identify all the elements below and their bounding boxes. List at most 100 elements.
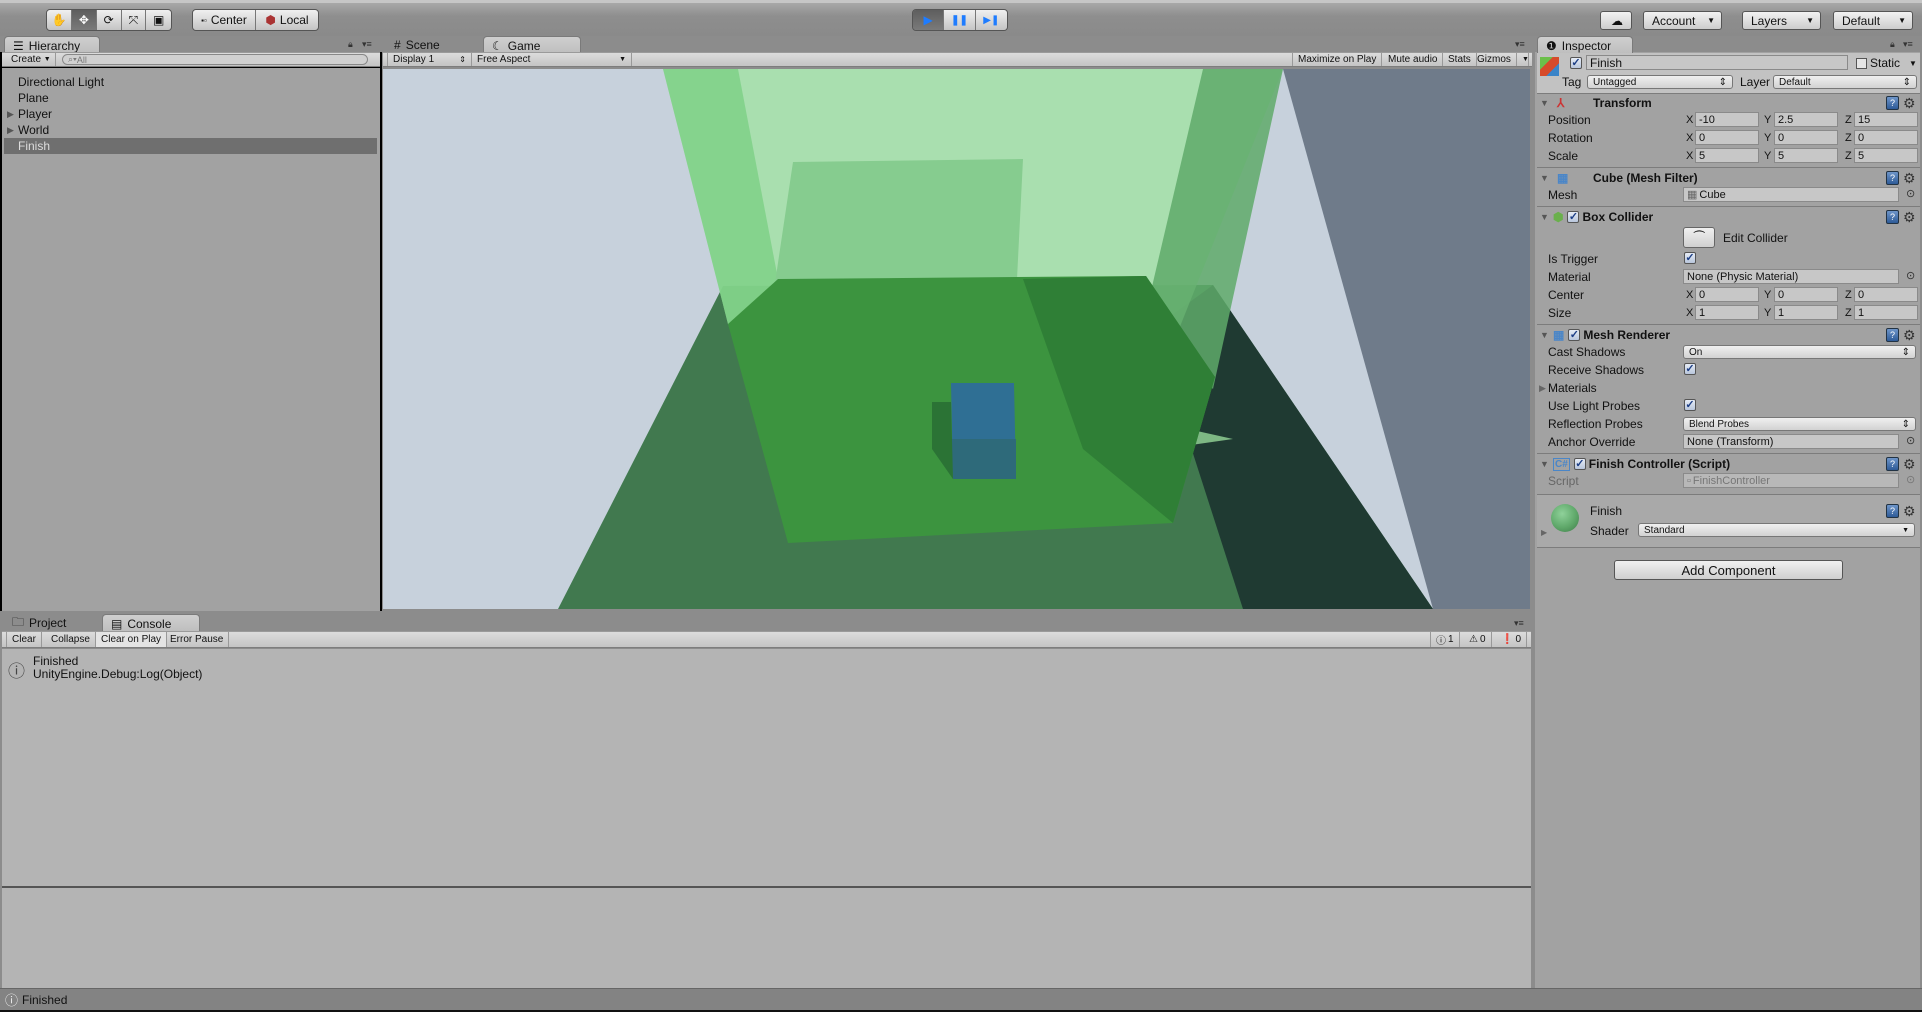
console-entry[interactable]: ⓘ Finished UnityEngine.Debug:Log(Object): [2, 651, 1531, 683]
aspect-dropdown[interactable]: Free Aspect ▼: [472, 53, 632, 66]
account-dropdown[interactable]: Account ▼: [1643, 11, 1722, 30]
panel-menu-icon[interactable]: ▾≡: [1514, 618, 1524, 629]
tag-dropdown[interactable]: Untagged ⇕: [1587, 75, 1733, 89]
light-probes-checkbox[interactable]: ✓: [1684, 399, 1696, 411]
rotation-y-field[interactable]: 0: [1774, 130, 1838, 145]
box-collider-header[interactable]: ▼ ⬢ ✓ Box Collider: [1537, 208, 1918, 226]
cast-shadows-dropdown[interactable]: On ⇕: [1683, 345, 1916, 359]
help-icon[interactable]: ?: [1886, 96, 1899, 110]
position-x-field[interactable]: -10: [1695, 112, 1759, 127]
expand-arrow-icon[interactable]: ▶: [7, 109, 14, 120]
clear-button[interactable]: Clear: [6, 632, 42, 647]
box-collider-enabled-checkbox[interactable]: ✓: [1567, 211, 1580, 223]
physic-material-field[interactable]: None (Physic Material): [1683, 269, 1899, 284]
tab-console[interactable]: ▤ Console: [102, 614, 200, 632]
mesh-renderer-enabled-checkbox[interactable]: ✓: [1568, 329, 1581, 341]
clear-on-play-toggle[interactable]: Clear on Play: [96, 632, 168, 647]
hand-tool-button[interactable]: ✋: [47, 10, 72, 30]
size-x-field[interactable]: 1: [1695, 305, 1759, 320]
help-icon[interactable]: ?: [1886, 171, 1899, 185]
size-z-field[interactable]: 1: [1854, 305, 1918, 320]
hierarchy-item[interactable]: Directional Light: [4, 74, 377, 90]
gizmos-arrow-icon[interactable]: ▼: [1517, 53, 1529, 66]
shader-dropdown[interactable]: Standard ▼: [1638, 523, 1915, 537]
center-x-field[interactable]: 0: [1695, 287, 1759, 302]
panel-menu-icon[interactable]: ▾≡: [362, 39, 372, 50]
object-picker-icon[interactable]: ⊙: [1906, 269, 1915, 282]
status-bar[interactable]: ⓘ Finished: [0, 988, 1922, 1010]
gear-icon[interactable]: ⚙: [1903, 210, 1916, 224]
pivot-center-button[interactable]: ▪▫ Center: [193, 10, 256, 30]
object-picker-icon[interactable]: ⊙: [1906, 434, 1915, 447]
lock-icon[interactable]: 🔒︎: [348, 39, 353, 50]
game-viewport[interactable]: [383, 69, 1530, 609]
error-pause-toggle[interactable]: Error Pause: [165, 632, 230, 647]
mesh-renderer-header[interactable]: ▼ ▦ ✓ Mesh Renderer: [1537, 326, 1918, 344]
help-icon[interactable]: ?: [1886, 504, 1899, 518]
help-icon[interactable]: ?: [1886, 210, 1899, 224]
display-dropdown[interactable]: Display 1 ⇕: [387, 53, 472, 66]
script-header[interactable]: ▼ C# ✓ Finish Controller (Script): [1537, 455, 1918, 473]
is-trigger-checkbox[interactable]: ✓: [1684, 252, 1696, 264]
expand-arrow-icon[interactable]: ▶: [1541, 528, 1547, 537]
pause-button[interactable]: ❚❚: [944, 10, 976, 30]
tab-project[interactable]: 🗀 Project: [4, 614, 94, 632]
create-dropdown[interactable]: Create ▼: [6, 53, 56, 66]
mute-audio-toggle[interactable]: Mute audio: [1383, 53, 1444, 66]
size-y-field[interactable]: 1: [1774, 305, 1838, 320]
gear-icon[interactable]: ⚙: [1903, 171, 1916, 185]
scale-y-field[interactable]: 5: [1774, 148, 1838, 163]
fold-arrow-icon[interactable]: ▼: [1540, 212, 1551, 222]
pivot-local-button[interactable]: ⬢ Local: [256, 10, 318, 30]
lock-icon[interactable]: 🔒︎: [1890, 39, 1895, 50]
center-y-field[interactable]: 0: [1774, 287, 1838, 302]
help-icon[interactable]: ?: [1886, 328, 1899, 342]
mesh-object-field[interactable]: ▦ Cube: [1683, 187, 1899, 202]
step-button[interactable]: ▶❚: [975, 10, 1007, 30]
object-name-input[interactable]: Finish: [1586, 55, 1848, 70]
expand-arrow-icon[interactable]: ▶: [1539, 383, 1546, 394]
rotate-tool-button[interactable]: ⟳: [96, 10, 122, 30]
hierarchy-item-selected[interactable]: Finish: [4, 138, 377, 154]
mesh-filter-header[interactable]: ▼ ▦ Cube (Mesh Filter): [1537, 169, 1918, 187]
scale-tool-button[interactable]: ⤧: [121, 10, 147, 30]
center-z-field[interactable]: 0: [1854, 287, 1918, 302]
gear-icon[interactable]: ⚙: [1903, 328, 1916, 342]
move-tool-button[interactable]: ✥: [72, 10, 97, 30]
panel-menu-icon[interactable]: ▾≡: [1903, 39, 1913, 50]
layers-dropdown[interactable]: Layers ▼: [1742, 11, 1821, 30]
scale-z-field[interactable]: 5: [1854, 148, 1918, 163]
static-toggle[interactable]: Static ▼: [1856, 56, 1917, 70]
error-filter-toggle[interactable]: ❗ 0: [1496, 632, 1528, 647]
chevron-down-icon[interactable]: ▼: [1909, 59, 1917, 68]
gear-icon[interactable]: ⚙: [1903, 457, 1916, 471]
scale-x-field[interactable]: 5: [1695, 148, 1759, 163]
log-filter-toggle[interactable]: ⓘ 1: [1430, 632, 1460, 647]
fold-arrow-icon[interactable]: ▼: [1540, 98, 1551, 108]
play-button[interactable]: ▶: [913, 10, 945, 30]
gameobject-icon[interactable]: [1540, 57, 1559, 76]
hierarchy-search-input[interactable]: ⌕▾ All: [62, 54, 368, 65]
layer-dropdown[interactable]: Default ⇕: [1773, 75, 1917, 89]
warning-filter-toggle[interactable]: ⚠ 0: [1464, 632, 1492, 647]
gizmos-dropdown[interactable]: Gizmos: [1472, 53, 1517, 66]
help-icon[interactable]: ?: [1886, 457, 1899, 471]
rect-tool-button[interactable]: ▣: [146, 10, 171, 30]
fold-arrow-icon[interactable]: ▼: [1540, 330, 1551, 340]
hierarchy-item[interactable]: ▶ World: [4, 122, 377, 138]
gear-icon[interactable]: ⚙: [1903, 504, 1916, 518]
materials-foldout[interactable]: Materials: [1548, 381, 1597, 395]
collapse-toggle[interactable]: Collapse: [46, 632, 96, 647]
expand-arrow-icon[interactable]: ▶: [7, 125, 14, 136]
position-y-field[interactable]: 2.5: [1774, 112, 1838, 127]
tab-inspector[interactable]: ❶ Inspector: [1537, 36, 1633, 54]
object-picker-icon[interactable]: ⊙: [1906, 187, 1915, 200]
active-checkbox[interactable]: ✓: [1570, 57, 1582, 69]
script-enabled-checkbox[interactable]: ✓: [1573, 458, 1586, 470]
rotation-z-field[interactable]: 0: [1854, 130, 1918, 145]
edit-collider-button[interactable]: ⏜: [1683, 227, 1715, 248]
fold-arrow-icon[interactable]: ▼: [1540, 459, 1551, 469]
hierarchy-item[interactable]: ▶ Player: [4, 106, 377, 122]
add-component-button[interactable]: Add Component: [1614, 560, 1843, 580]
anchor-override-field[interactable]: None (Transform): [1683, 434, 1899, 449]
